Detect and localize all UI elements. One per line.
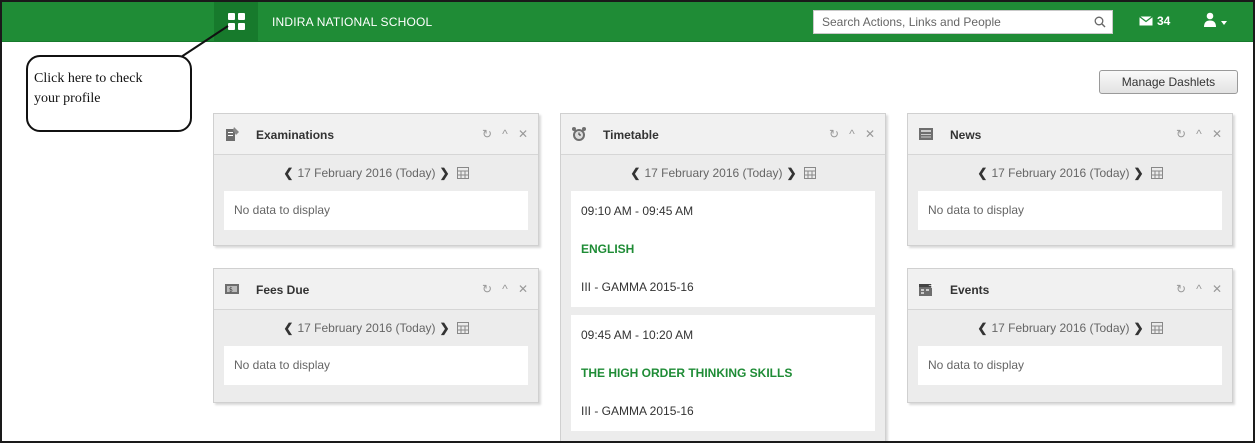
- callout-line-1: Click here to check: [34, 71, 143, 86]
- search-icon[interactable]: [1088, 11, 1112, 33]
- dashlet-title: Timetable: [603, 128, 659, 142]
- mail-button[interactable]: 34: [1139, 14, 1170, 28]
- refresh-icon[interactable]: ↻: [482, 127, 492, 141]
- date-label: 17 February 2016 (Today): [644, 166, 783, 180]
- prev-date-button[interactable]: ❮: [977, 321, 987, 335]
- close-icon[interactable]: ✕: [865, 127, 875, 141]
- news-icon: [919, 128, 933, 140]
- examinations-icon: [226, 127, 239, 141]
- dashlet-header: Examinations ↻ ^ ✕: [214, 114, 538, 155]
- date-navigator: ❮ 17 February 2016 (Today) ❯: [908, 310, 1232, 346]
- slot-class: III - GAMMA 2015-16: [581, 280, 694, 294]
- profile-callout: Click here to check your profile: [26, 55, 192, 132]
- date-navigator: ❮ 17 February 2016 (Today) ❯: [214, 155, 538, 191]
- dashlet-fees-due: $ Fees Due ↻ ^ ✕ ❮ 17 February 2016 (Tod…: [213, 268, 539, 403]
- calendar-icon[interactable]: [1150, 322, 1163, 334]
- no-data-message: No data to display: [928, 203, 1025, 217]
- user-icon: [1204, 12, 1216, 27]
- refresh-icon[interactable]: ↻: [1176, 127, 1186, 141]
- prev-date-button[interactable]: ❮: [283, 321, 293, 335]
- school-name: INDIRA NATIONAL SCHOOL: [272, 15, 433, 29]
- next-date-button[interactable]: ❯: [440, 166, 450, 180]
- close-icon[interactable]: ✕: [1212, 282, 1222, 296]
- mail-icon: [1139, 16, 1153, 26]
- chevron-down-icon: [1221, 21, 1227, 25]
- calendar-icon[interactable]: [803, 167, 816, 179]
- no-data-message: No data to display: [234, 203, 331, 217]
- dashlet-header: + Events ↻ ^ ✕: [908, 269, 1232, 310]
- date-navigator: ❮ 17 February 2016 (Today) ❯: [561, 155, 885, 191]
- dashlet-title: Fees Due: [256, 283, 310, 297]
- next-date-button[interactable]: ❯: [440, 321, 450, 335]
- collapse-icon[interactable]: ^: [500, 127, 510, 141]
- svg-text:$: $: [229, 287, 233, 294]
- events-icon: +: [919, 281, 934, 296]
- no-data-message: No data to display: [234, 358, 331, 372]
- slot-time: 09:10 AM - 09:45 AM: [581, 204, 694, 218]
- dashlet-header: $ Fees Due ↻ ^ ✕: [214, 269, 538, 310]
- close-icon[interactable]: ✕: [518, 127, 528, 141]
- dashlet-title: News: [950, 128, 982, 142]
- slot-subject: ENGLISH: [581, 242, 635, 256]
- dashlet-header: News ↻ ^ ✕: [908, 114, 1232, 155]
- no-data-message: No data to display: [928, 358, 1025, 372]
- date-label: 17 February 2016 (Today): [297, 321, 436, 335]
- calendar-icon[interactable]: [456, 167, 469, 179]
- manage-dashlets-button[interactable]: Manage Dashlets: [1099, 70, 1238, 94]
- callout-line-2: your profile: [34, 91, 101, 106]
- mail-count: 34: [1157, 14, 1171, 28]
- fees-icon: $: [225, 284, 239, 294]
- date-navigator: ❮ 17 February 2016 (Today) ❯: [908, 155, 1232, 191]
- dashlet-timetable: Timetable ↻ ^ ✕ ❮ 17 February 2016 (Toda…: [560, 113, 886, 443]
- timetable-slot[interactable]: 09:10 AM - 09:45 AM ENGLISH III - GAMMA …: [571, 191, 875, 307]
- dashlet-title: Events: [950, 283, 990, 297]
- next-date-button[interactable]: ❯: [787, 166, 797, 180]
- prev-date-button[interactable]: ❮: [977, 166, 987, 180]
- collapse-icon[interactable]: ^: [1194, 282, 1204, 296]
- next-date-button[interactable]: ❯: [1134, 166, 1144, 180]
- dashlet-events: + Events ↻ ^ ✕ ❮ 17 February 2016 (Today…: [907, 268, 1233, 403]
- dashlet-header: Timetable ↻ ^ ✕: [561, 114, 885, 155]
- refresh-icon[interactable]: ↻: [829, 127, 839, 141]
- collapse-icon[interactable]: ^: [500, 282, 510, 296]
- dashlet-examinations: Examinations ↻ ^ ✕ ❮ 17 February 2016 (T…: [213, 113, 539, 246]
- calendar-icon[interactable]: [456, 322, 469, 334]
- alarm-clock-icon: [572, 127, 586, 141]
- user-menu-button[interactable]: [1203, 12, 1227, 28]
- slot-subject: THE HIGH ORDER THINKING SKILLS: [581, 366, 793, 380]
- search-input[interactable]: [814, 11, 1088, 33]
- close-icon[interactable]: ✕: [1212, 127, 1222, 141]
- close-icon[interactable]: ✕: [518, 282, 528, 296]
- next-date-button[interactable]: ❯: [1134, 321, 1144, 335]
- refresh-icon[interactable]: ↻: [1176, 282, 1186, 296]
- collapse-icon[interactable]: ^: [847, 127, 857, 141]
- slot-class: III - GAMMA 2015-16: [581, 404, 694, 418]
- calendar-icon[interactable]: [1150, 167, 1163, 179]
- svg-text:+: +: [928, 281, 934, 290]
- search-box: [813, 10, 1113, 34]
- prev-date-button[interactable]: ❮: [630, 166, 640, 180]
- dashlet-news: News ↻ ^ ✕ ❮ 17 February 2016 (Today) ❯ …: [907, 113, 1233, 246]
- date-label: 17 February 2016 (Today): [991, 321, 1130, 335]
- prev-date-button[interactable]: ❮: [283, 166, 293, 180]
- date-label: 17 February 2016 (Today): [297, 166, 436, 180]
- dashlet-title: Examinations: [256, 128, 335, 142]
- timetable-slot[interactable]: 09:45 AM - 10:20 AM THE HIGH ORDER THINK…: [571, 315, 875, 431]
- refresh-icon[interactable]: ↻: [482, 282, 492, 296]
- date-navigator: ❮ 17 February 2016 (Today) ❯: [214, 310, 538, 346]
- date-label: 17 February 2016 (Today): [991, 166, 1130, 180]
- timetable-list: 09:10 AM - 09:45 AM ENGLISH III - GAMMA …: [571, 191, 875, 431]
- collapse-icon[interactable]: ^: [1194, 127, 1204, 141]
- slot-time: 09:45 AM - 10:20 AM: [581, 328, 694, 342]
